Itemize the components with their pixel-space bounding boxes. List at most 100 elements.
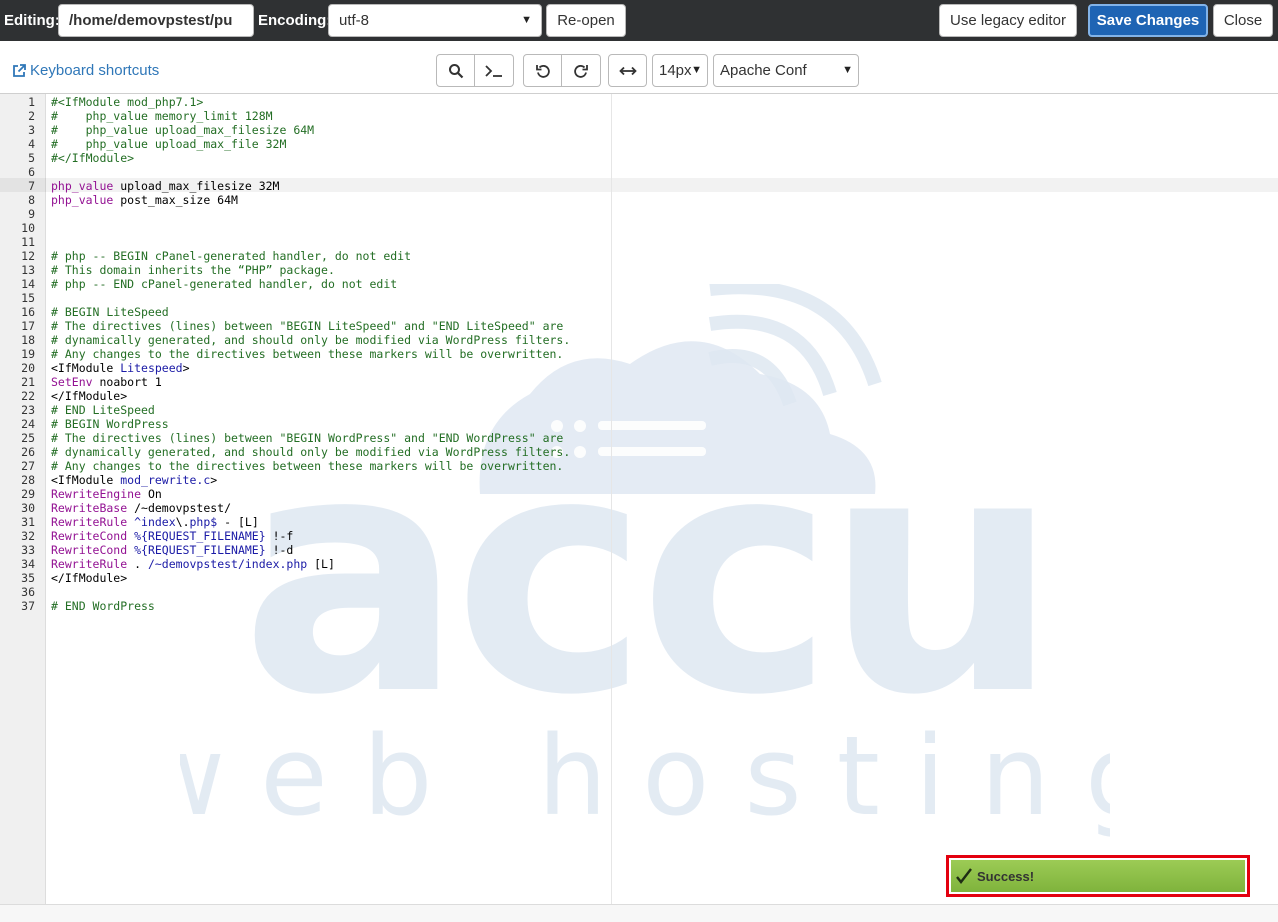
close-button[interactable]: Close [1213,4,1273,37]
code-line[interactable]: 35 </IfModule> [0,571,1278,585]
code-line[interactable]: 37 # END WordPress [0,599,1278,613]
line-text: RewriteCond %{REQUEST_FILENAME} !-f [51,529,293,543]
line-number: 19 [21,347,35,361]
code-line[interactable]: 9 [0,207,1278,221]
line-number: 25 [21,431,35,445]
code-token: # END WordPress [51,599,155,613]
code-line[interactable]: 17 # The directives (lines) between "BEGI… [0,319,1278,333]
code-line[interactable]: 29 RewriteEngine On [0,487,1278,501]
code-line[interactable]: 13 # This domain inherits the “PHP” packa… [0,263,1278,277]
code-token: #</IfModule> [51,151,135,165]
code-token: php_value [51,179,114,193]
line-number: 36 [21,585,35,599]
line-text: # dynamically generated, and should only… [51,445,570,459]
line-number: 3 [28,123,35,137]
code-token: # BEGIN WordPress [51,417,169,431]
code-line[interactable]: 11 [0,235,1278,249]
code-token: php_value [51,193,114,207]
font-size-select[interactable]: 14px ▼ [652,54,708,87]
code-token: ^index [127,515,176,529]
code-line[interactable]: 33 RewriteCond %{REQUEST_FILENAME} !-d [0,543,1278,557]
file-path-text: /home/demovpstest/pu [69,12,233,29]
code-line[interactable]: 27 # Any changes to the directives betwee… [0,459,1278,473]
line-text: RewriteRule . /~demovpstest/index.php [L… [51,557,335,571]
chevron-down-icon: ▼ [842,64,853,76]
search-button[interactable] [436,54,475,87]
line-number: 8 [28,193,35,207]
code-line[interactable]: 18 # dynamically generated, and should on… [0,333,1278,347]
code-line[interactable]: 31 RewriteRule ^index\.php$ - [L] [0,515,1278,529]
code-token: # dynamically generated, and should only… [51,333,571,347]
code-line[interactable]: 28 <IfModule mod_rewrite.c> [0,473,1278,487]
code-line[interactable]: 12 # php -- BEGIN cPanel-generated handle… [0,249,1278,263]
code-token: > [210,473,218,487]
undo-button[interactable] [523,54,562,87]
line-number: 4 [28,137,35,151]
code-token: <IfModule [51,361,121,375]
external-link-icon [13,63,26,77]
editing-label: Editing: [4,12,60,29]
code-line[interactable]: 5 #</IfModule> [0,151,1278,165]
code-line[interactable]: 21 SetEnv noabort 1 [0,375,1278,389]
toggle-wrap-button[interactable] [608,54,647,87]
code-token: # The directives (lines) between "BEGIN … [51,431,564,445]
line-number: 29 [21,487,35,501]
code-line[interactable]: 34 RewriteRule . /~demovpstest/index.php … [0,557,1278,571]
status-strip [0,904,1278,922]
code-line[interactable]: 14 # php -- END cPanel-generated handler,… [0,277,1278,291]
code-line[interactable]: 2 # php_value memory_limit 128M [0,109,1278,123]
line-number: 28 [21,473,35,487]
editor-header-bar: Editing: /home/demovpstest/pu Encoding: … [0,0,1278,41]
code-line[interactable]: 16 # BEGIN LiteSpeed [0,305,1278,319]
code-line[interactable]: 7 php_value upload_max_filesize 32M [0,179,1278,193]
code-line[interactable]: 24 # BEGIN WordPress [0,417,1278,431]
save-changes-button[interactable]: Save Changes [1088,4,1208,37]
code-line[interactable]: 8 php_value post_max_size 64M [0,193,1278,207]
code-line[interactable]: 26 # dynamically generated, and should on… [0,445,1278,459]
code-token: # This domain inherits the “PHP” package… [51,263,335,277]
success-highlight-box: Success! [946,855,1250,897]
code-line[interactable]: 23 # END LiteSpeed [0,403,1278,417]
line-text: RewriteEngine On [51,487,162,501]
syntax-mode-select[interactable]: Apache Conf ▼ [713,54,859,87]
terminal-icon [485,64,502,77]
line-number: 26 [21,445,35,459]
line-text: #<IfModule mod_php7.1> [51,95,203,109]
code-token: \. [175,515,190,529]
code-token: %{REQUEST_FILENAME} [127,529,266,543]
line-number: 1 [28,95,35,109]
code-line[interactable]: 36 [0,585,1278,599]
code-line[interactable]: 1 #<IfModule mod_php7.1> [0,95,1278,109]
code-token: mod_rewrite.c [120,473,211,487]
file-path-field[interactable]: /home/demovpstest/pu [58,4,254,37]
encoding-select[interactable]: utf-8 ▼ [328,4,542,37]
line-text: RewriteBase /~demovpstest/ [51,501,231,515]
line-number: 22 [21,389,35,403]
code-line[interactable]: 22 </IfModule> [0,389,1278,403]
code-token: > [182,361,190,375]
code-line[interactable]: 25 # The directives (lines) between "BEGI… [0,431,1278,445]
line-text: php_value post_max_size 64M [51,193,238,207]
success-notification[interactable]: Success! [951,860,1245,892]
line-text: # Any changes to the directives between … [51,459,563,473]
code-line[interactable]: 30 RewriteBase /~demovpstest/ [0,501,1278,515]
code-token: # BEGIN LiteSpeed [51,305,169,319]
code-line[interactable]: 20 <IfModule Litespeed> [0,361,1278,375]
code-editor[interactable]: accu w e b h o s t i n g 1 #<IfModule mod… [0,94,1278,904]
checkmark-icon [956,868,972,884]
code-line[interactable]: 4 # php_value upload_max_file 32M [0,137,1278,151]
code-token: - [L] [217,515,259,529]
code-line[interactable]: 32 RewriteCond %{REQUEST_FILENAME} !-f [0,529,1278,543]
code-token: RewriteCond [51,529,128,543]
legacy-editor-button[interactable]: Use legacy editor [939,4,1077,37]
line-text: <IfModule mod_rewrite.c> [51,473,217,487]
code-line[interactable]: 15 [0,291,1278,305]
code-line[interactable]: 6 [0,165,1278,179]
keyboard-shortcuts-link[interactable]: Keyboard shortcuts [12,62,159,79]
code-line[interactable]: 10 [0,221,1278,235]
code-line[interactable]: 19 # Any changes to the directives betwee… [0,347,1278,361]
reopen-button[interactable]: Re-open [546,4,626,37]
code-line[interactable]: 3 # php_value upload_max_filesize 64M [0,123,1278,137]
go-to-line-button[interactable] [475,54,514,87]
redo-button[interactable] [562,54,601,87]
